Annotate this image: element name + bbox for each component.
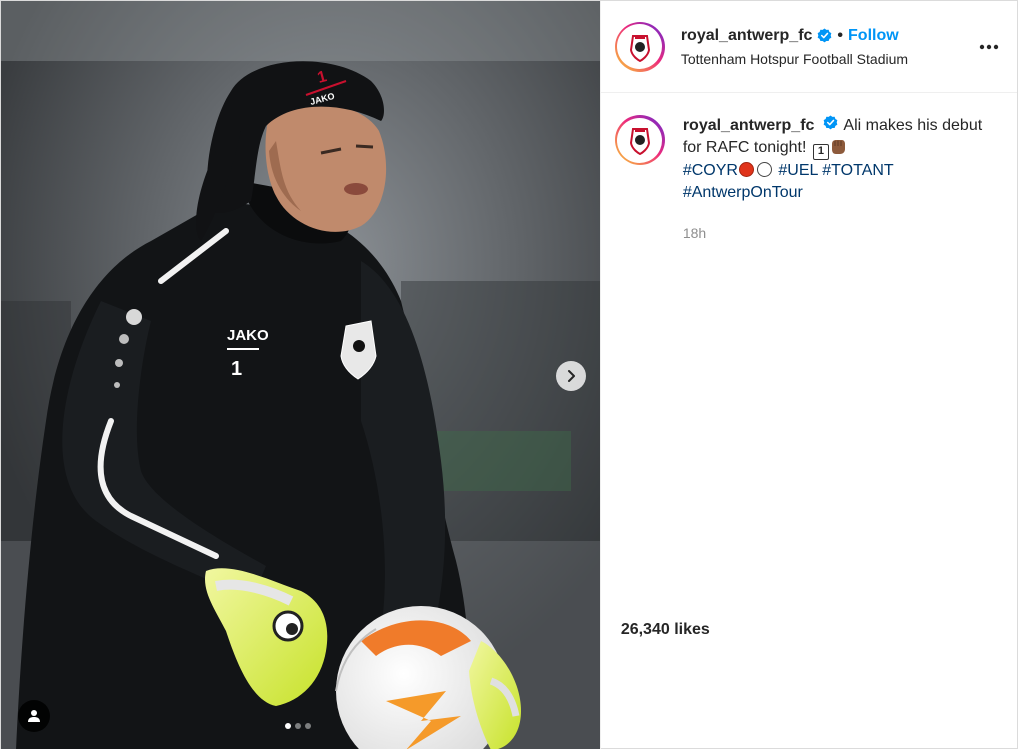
likes-count[interactable]: 26,340 likes: [621, 621, 710, 639]
post-header: royal_antwerp_fc • Follow Tottenham Hots…: [600, 1, 1017, 93]
carousel-indicator: [285, 723, 311, 729]
post-side-panel: royal_antwerp_fc • Follow Tottenham Hots…: [599, 1, 1017, 749]
hashtag-uel[interactable]: #UEL: [778, 162, 817, 179]
avatar[interactable]: [614, 21, 665, 72]
follow-button[interactable]: Follow: [848, 27, 899, 45]
chevron-right-icon: [568, 370, 575, 382]
jacket-brand: JAKO: [227, 327, 269, 344]
club-crest-icon: [629, 34, 650, 62]
more-options-icon: [979, 44, 999, 49]
tagged-users-button[interactable]: [18, 700, 50, 732]
post-username[interactable]: royal_antwerp_fc: [681, 27, 813, 45]
caption-avatar[interactable]: [614, 115, 665, 165]
red-circle-emoji: [738, 162, 754, 177]
club-crest-icon: [629, 128, 650, 155]
verified-badge-icon: [817, 28, 832, 43]
hashtag-antwerp-on-tour[interactable]: #AntwerpOnTour: [683, 184, 803, 201]
post-location[interactable]: Tottenham Hotspur Football Stadium: [681, 51, 977, 67]
white-circle-emoji: [756, 162, 772, 177]
carousel-dot: [295, 723, 301, 729]
hashtag-totant[interactable]: #TOTANT: [822, 162, 893, 179]
header-separator: •: [837, 26, 844, 44]
next-slide-button[interactable]: [556, 361, 586, 391]
user-tag-icon: [28, 710, 40, 722]
caption-text-block: royal_antwerp_fc Ali makes his debut for…: [683, 115, 983, 244]
fist-emoji-icon: [831, 140, 845, 154]
jacket-number: 1: [231, 358, 242, 380]
post-caption: royal_antwerp_fc Ali makes his debut for…: [601, 93, 1017, 244]
post-dialog: 1 JAKO JAKO 1 royal_antwerp_fc • Follow …: [0, 0, 1018, 749]
hashtag-coyr[interactable]: #COYR: [683, 162, 738, 179]
carousel-dot: [305, 723, 311, 729]
carousel-dot: [285, 723, 291, 729]
post-media[interactable]: 1 JAKO JAKO 1: [1, 1, 600, 749]
post-photo: 1 JAKO JAKO 1: [1, 1, 600, 749]
verified-badge-icon: [823, 115, 838, 130]
post-timestamp[interactable]: 18h: [683, 222, 983, 244]
more-options-button[interactable]: [977, 35, 1001, 59]
keycap-one-emoji: 1: [812, 144, 829, 160]
caption-username[interactable]: royal_antwerp_fc: [683, 117, 815, 134]
caption-hashtags: #COYR #UEL #TOTANT #AntwerpOnTour: [683, 160, 983, 204]
